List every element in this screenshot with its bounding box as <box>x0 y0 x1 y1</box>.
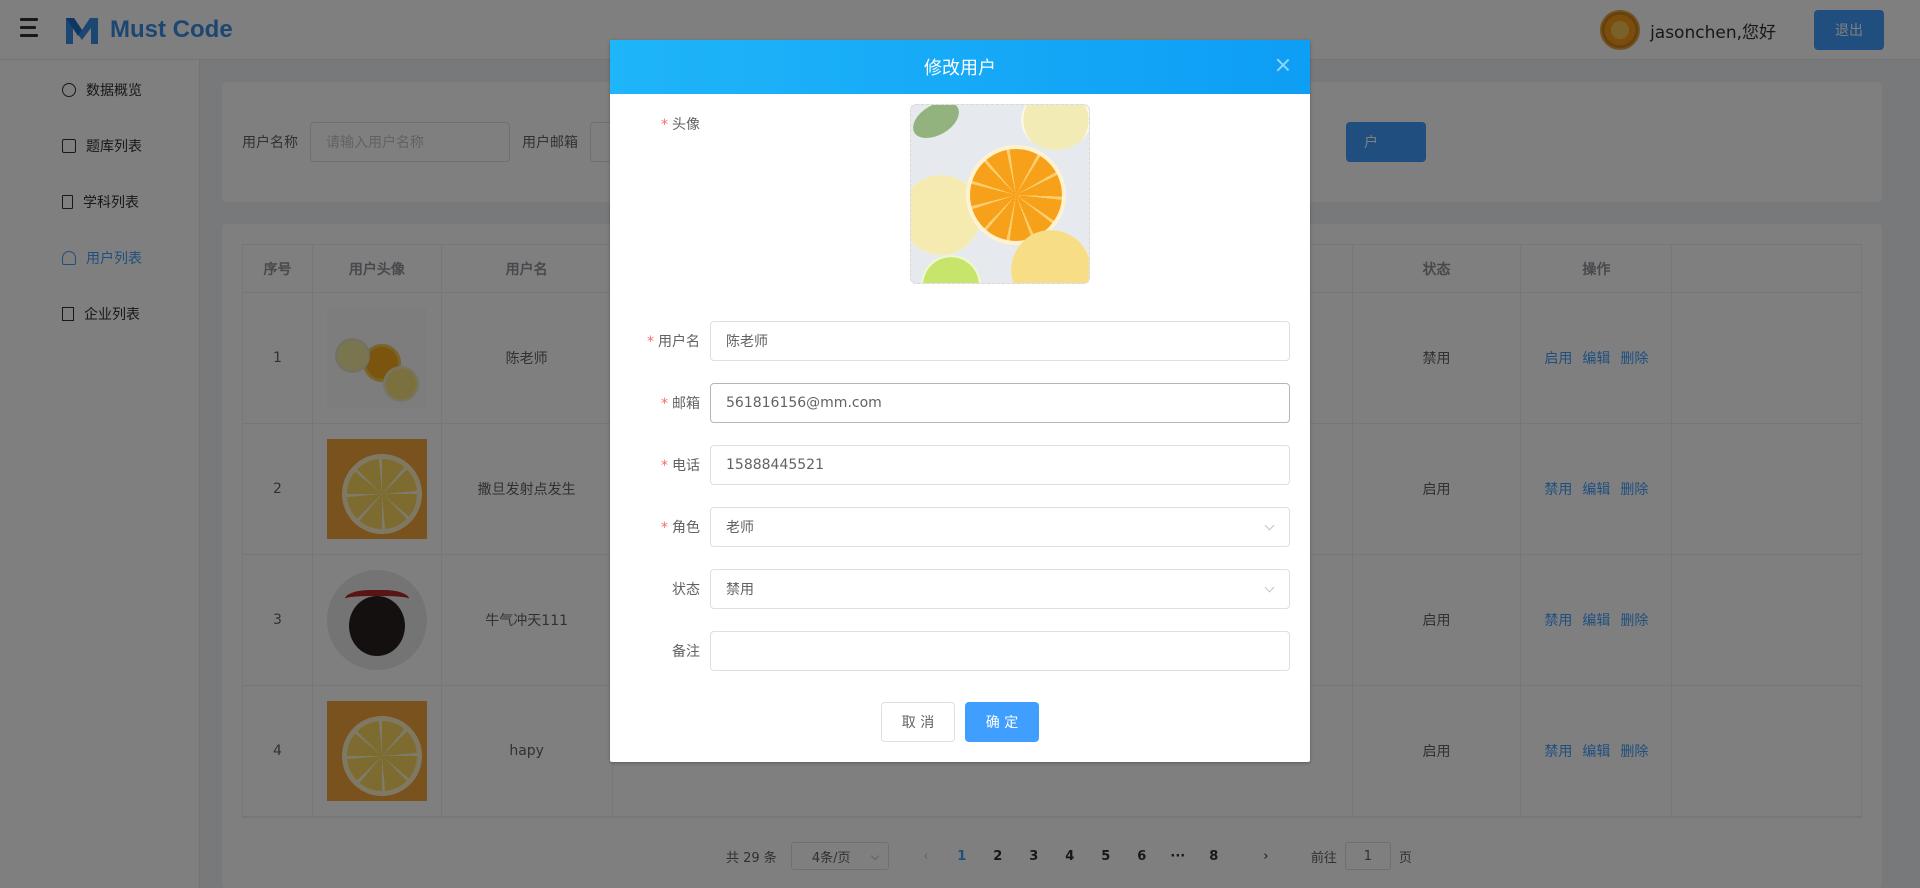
dialog-header: 修改用户 <box>610 40 1310 94</box>
email-field[interactable]: 561816156@mm.com <box>710 383 1290 423</box>
avatar-uploader[interactable] <box>910 104 1090 284</box>
avatar-field-label: * 头像 <box>661 117 700 133</box>
field-label-text: 电话 <box>672 458 700 474</box>
email-field-label: * 邮箱 <box>661 396 700 412</box>
field-label-text: 头像 <box>672 117 700 133</box>
field-label-text: 角色 <box>672 520 700 536</box>
role-field-label: * 角色 <box>661 520 700 536</box>
status-select[interactable]: 禁用 <box>710 569 1290 609</box>
phone-field[interactable]: 15888445521 <box>710 445 1290 485</box>
remark-field[interactable] <box>710 631 1290 671</box>
username-field-label: * 用户名 <box>647 334 700 350</box>
dialog-title: 修改用户 <box>924 58 996 79</box>
field-label-text: 邮箱 <box>672 396 700 412</box>
status-field-label: 状态 <box>672 582 700 598</box>
role-select[interactable]: 老师 <box>710 507 1290 547</box>
username-field[interactable]: 陈老师 <box>710 321 1290 361</box>
remark-field-label: 备注 <box>672 644 700 660</box>
close-icon[interactable] <box>1276 58 1290 72</box>
cancel-button[interactable]: 取 消 <box>881 702 955 742</box>
field-label-text: 用户名 <box>658 334 700 350</box>
edit-user-dialog: 修改用户 * 头像 * 用户名 陈老师 * 邮箱 561816156@mm.com *… <box>610 40 1310 762</box>
confirm-button[interactable]: 确 定 <box>965 702 1039 742</box>
phone-field-label: * 电话 <box>661 458 700 474</box>
